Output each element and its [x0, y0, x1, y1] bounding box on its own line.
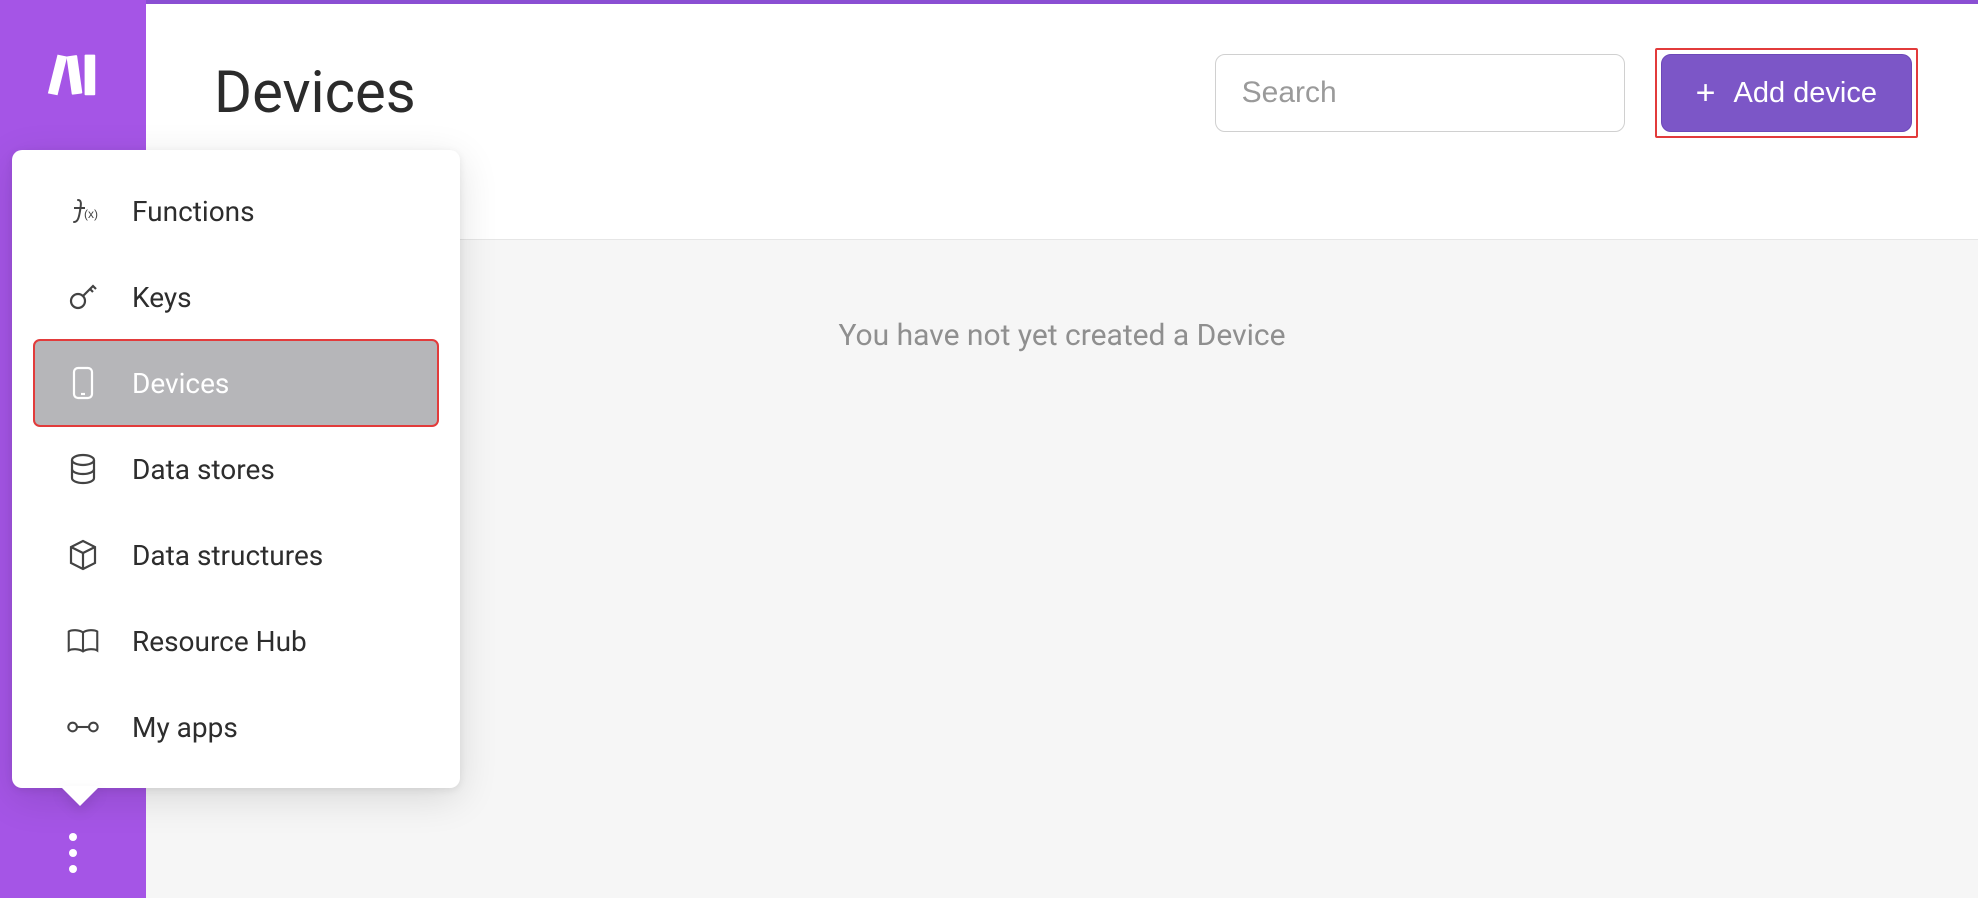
- book-icon: [64, 622, 102, 660]
- svg-text:(x): (x): [84, 207, 98, 221]
- key-icon: [64, 278, 102, 316]
- search-input[interactable]: [1215, 54, 1625, 132]
- sidebar-item-data-structures[interactable]: Data structures: [34, 512, 438, 598]
- page-title: Devices: [214, 59, 416, 127]
- sidebar-flyout: (x) Functions Keys Devices: [12, 150, 460, 788]
- more-vertical-icon: [69, 833, 77, 873]
- sidebar-item-label: Keys: [132, 281, 192, 314]
- add-device-highlight: + Add device: [1655, 48, 1918, 138]
- sidebar-item-label: Data stores: [132, 453, 275, 486]
- sidebar-item-devices[interactable]: Devices: [34, 340, 438, 426]
- sidebar-item-label: Data structures: [132, 539, 323, 572]
- sidebar-item-label: Resource Hub: [132, 625, 307, 658]
- more-menu-trigger[interactable]: [0, 808, 146, 898]
- sidebar-item-data-stores[interactable]: Data stores: [34, 426, 438, 512]
- device-icon: [64, 364, 102, 402]
- add-device-label: Add device: [1734, 77, 1878, 110]
- empty-state-message: You have not yet created a Device: [838, 318, 1285, 898]
- make-logo-icon: [44, 45, 102, 103]
- cube-icon: [64, 536, 102, 574]
- sidebar-item-functions[interactable]: (x) Functions: [34, 168, 438, 254]
- sidebar-item-label: Functions: [132, 195, 255, 228]
- database-icon: [64, 450, 102, 488]
- header-actions: + Add device: [1215, 48, 1918, 138]
- plus-icon: +: [1696, 76, 1716, 110]
- sidebar-item-label: My apps: [132, 711, 238, 744]
- apps-icon: [64, 708, 102, 746]
- sidebar-item-keys[interactable]: Keys: [34, 254, 438, 340]
- function-icon: (x): [64, 192, 102, 230]
- sidebar-item-label: Devices: [132, 367, 229, 400]
- sidebar-item-my-apps[interactable]: My apps: [34, 684, 438, 770]
- sidebar-item-resource-hub[interactable]: Resource Hub: [34, 598, 438, 684]
- add-device-button[interactable]: + Add device: [1661, 54, 1912, 132]
- app-logo[interactable]: [0, 0, 146, 148]
